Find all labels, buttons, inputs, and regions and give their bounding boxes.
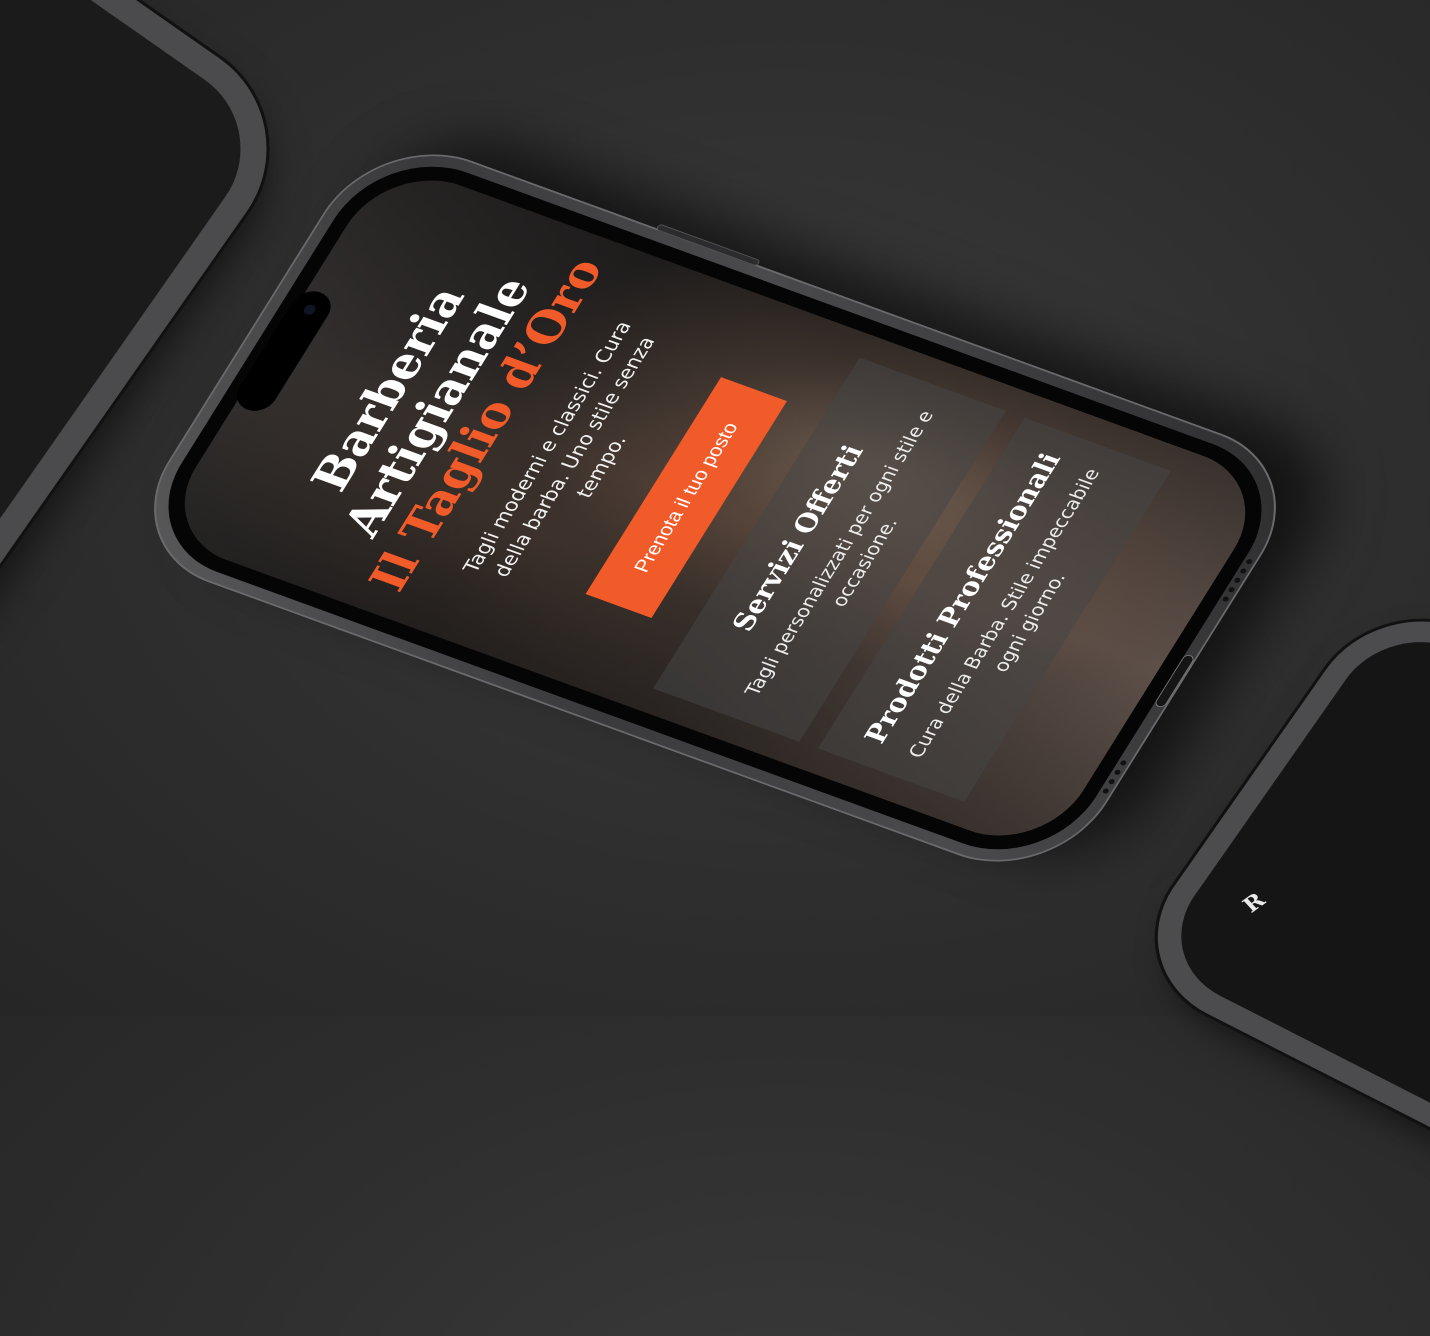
background-phone-peek-text: R [1238,888,1271,918]
phone-mockup: Barberia Artigianale Il Taglio d’Oro Tag… [114,126,1316,890]
camera-icon [301,303,318,317]
